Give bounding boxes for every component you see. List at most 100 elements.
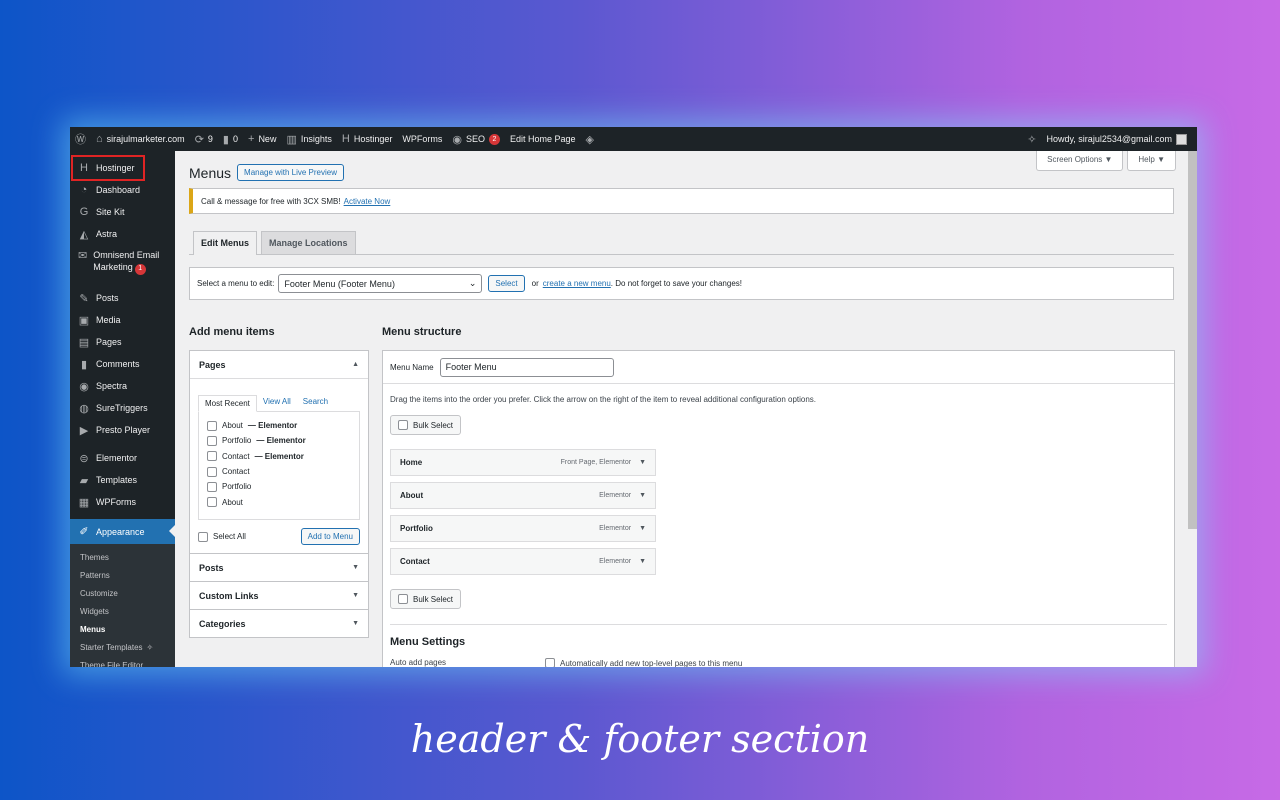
sidebar-item-comments[interactable]: ▮ Comments [70,353,175,375]
edit-home-link[interactable]: Edit Home Page ◈ [505,127,599,151]
seo-icon: ◉ [452,133,462,146]
custom-links-accordion[interactable]: Custom Links ▼ [189,582,369,610]
sidebar-item-media[interactable]: ▣ Media [70,309,175,331]
list-item[interactable]: Contact [207,464,351,479]
tab-edit-menus[interactable]: Edit Menus [193,231,258,255]
comments-link[interactable]: ▮ 0 [218,127,243,151]
arrow-down-icon[interactable]: ▼ [639,525,646,532]
media-icon: ▣ [78,314,90,327]
sidebar-item-astra[interactable]: ◭ Astra [70,223,175,245]
site-name-link[interactable]: ⌂ sirajulmarketer.com [91,127,190,151]
hostinger-link[interactable]: H Hostinger [337,127,397,151]
select-all-checkbox[interactable]: Select All [198,531,246,542]
add-to-menu-button[interactable]: Add to Menu [300,528,360,545]
instructions: Drag the items into the order you prefer… [390,395,817,404]
admin-notice: Call & message for free with 3CX SMB! Ac… [189,188,1174,214]
list-item[interactable]: Contact — Elementor [207,449,351,464]
sidebar-item-hostinger[interactable]: H Hostinger [70,157,175,179]
sidebar-item-appearance[interactable]: ✐ Appearance [70,519,175,544]
list-item[interactable]: About — Elementor [207,418,351,433]
wpforms-link[interactable]: WPForms [397,127,447,151]
wp-logo-icon[interactable]: Ⓦ [70,127,91,151]
add-menu-items-title: Add menu items [189,326,275,338]
howdy-link[interactable]: Howdy, sirajul2534@gmail.com [1046,134,1172,144]
submenu-widgets[interactable]: Widgets [70,602,175,620]
sidebar-item-presto-player[interactable]: ▶ Presto Player [70,419,175,441]
diamond-icon: ◈ [585,133,595,146]
sidebar-item-elementor[interactable]: ⊜ Elementor [70,447,175,469]
checkbox[interactable] [207,451,217,462]
menu-item-contact[interactable]: Contact Elementor ▼ [390,548,656,575]
spectra-icon: ◉ [79,380,89,393]
sidebar-item-posts[interactable]: ✎ Posts [70,287,175,309]
sparkle-icon[interactable]: ✧ [1027,133,1036,146]
comment-icon: ▮ [80,358,88,371]
sidebar-item-dashboard[interactable]: ◔ Dashboard [70,179,175,201]
submenu-customize[interactable]: Customize [70,584,175,602]
arrow-down-icon[interactable]: ▼ [639,558,646,565]
checkbox[interactable] [207,466,217,477]
submenu-themes[interactable]: Themes [70,548,175,566]
new-link[interactable]: + New [243,127,281,151]
auto-add-checkbox[interactable]: Automatically add new top-level pages to… [545,658,742,667]
hostinger-icon: H [341,133,350,145]
avatar[interactable] [1176,133,1187,145]
bulk-select-top[interactable]: Bulk Select [390,415,462,435]
list-item[interactable]: About [207,494,351,509]
tab-search[interactable]: Search [297,394,334,411]
admin-bar: Ⓦ ⌂ sirajulmarketer.com ⟳ 9 ▮ 0 + New ▥ Insig… [70,127,1197,151]
sidebar-item-pages[interactable]: ▤ Pages [70,331,175,353]
scrollbar[interactable] [1188,151,1197,529]
arrow-down-icon[interactable]: ▼ [639,492,646,499]
menu-item-portfolio[interactable]: Portfolio Elementor ▼ [390,515,656,542]
arrow-down-icon: ▼ [352,564,359,571]
sidebar-item-wpforms[interactable]: ▦ WPForms [70,491,175,513]
menu-item-about[interactable]: About Elementor ▼ [390,482,656,509]
insights-link[interactable]: ▥ Insights [281,127,336,151]
tab-most-recent[interactable]: Most Recent [198,395,257,412]
bulk-select-bottom[interactable]: Bulk Select [390,589,462,609]
activate-now-link[interactable]: Activate Now [344,197,391,206]
posts-accordion[interactable]: Posts ▼ [189,554,369,582]
checkbox[interactable] [207,497,217,508]
list-item[interactable]: Portfolio [207,479,351,494]
select-button[interactable]: Select [488,275,525,292]
updates-link[interactable]: ⟳ 9 [190,127,218,151]
arrow-down-icon[interactable]: ▼ [639,459,646,466]
checkbox[interactable] [207,435,217,446]
menu-select-bar: Select a menu to edit: Footer Menu (Foot… [189,267,1174,300]
submenu-theme-file-editor[interactable]: Theme File Editor [70,656,175,668]
seo-link[interactable]: ◉ SEO 2 [447,127,505,151]
categories-accordion[interactable]: Categories ▼ [189,610,369,638]
submenu-patterns[interactable]: Patterns [70,566,175,584]
list-item[interactable]: Portfolio — Elementor [207,433,351,448]
menu-select[interactable]: Footer Menu (Footer Menu) ⌄ [278,274,483,293]
menu-item-home[interactable]: Home Front Page, Elementor ▼ [390,449,656,476]
mail-icon: ✉ [78,250,88,262]
tab-manage-locations[interactable]: Manage Locations [261,231,356,254]
sidebar-item-suretriggers[interactable]: ◍ SureTriggers [70,397,175,419]
sidebar-item-omnisend[interactable]: ✉ Omnisend Email Marketing 1 [70,245,175,281]
sidebar-item-site-kit[interactable]: G Site Kit [70,201,175,223]
tab-view-all[interactable]: View All [257,394,297,411]
checkbox[interactable] [207,481,217,492]
plus-icon: + [248,133,255,145]
dashboard-icon: ◔ [80,184,88,196]
checkbox[interactable] [207,420,217,431]
screen-options-button[interactable]: Screen Options ▼ [1036,151,1124,171]
sidebar-item-templates[interactable]: ▰ Templates [70,469,175,491]
folder-icon: ▰ [79,474,89,487]
menu-name-input[interactable]: Footer Menu [439,357,614,377]
menu-structure-title: Menu structure [382,326,462,338]
submenu-starter-templates[interactable]: Starter Templates ✧ [70,638,175,656]
create-menu-link[interactable]: create a new menu [543,279,611,288]
refresh-icon: ⟳ [194,133,204,146]
live-preview-button[interactable]: Manage with Live Preview [237,164,344,181]
submenu-menus[interactable]: Menus [70,620,175,638]
pages-accordion-header[interactable]: Pages ▲ [190,351,368,378]
sidebar-item-spectra[interactable]: ◉ Spectra [70,375,175,397]
help-button[interactable]: Help ▼ [1127,151,1176,171]
caption-text: header & footer section [410,717,870,761]
seo-badge: 2 [489,133,500,145]
admin-sidebar: H Hostinger ◔ Dashboard G Site Kit ◭ Astra ✉… [70,151,175,667]
